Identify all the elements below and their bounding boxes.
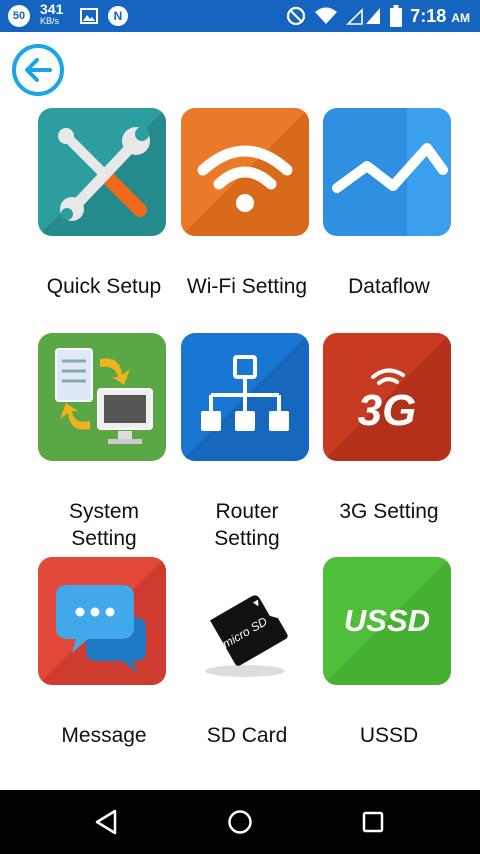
message-label: Message bbox=[61, 724, 147, 747]
ussd-icon: USSD bbox=[323, 557, 451, 685]
system-setting-label-line1: System bbox=[68, 500, 139, 523]
clock-ampm: AM bbox=[451, 10, 470, 25]
sd-card-label: SD Card bbox=[206, 724, 288, 747]
dataflow-label: Dataflow bbox=[348, 275, 430, 298]
3g-icon-text: 3G bbox=[358, 386, 417, 435]
system-setting-tile[interactable] bbox=[38, 333, 166, 461]
quick-setup-tile[interactable] bbox=[38, 108, 166, 236]
nav-home-button[interactable] bbox=[222, 804, 258, 840]
tools-icon bbox=[38, 108, 166, 236]
router-setting-tile[interactable] bbox=[181, 333, 309, 461]
ussd-icon-text: USSD bbox=[344, 603, 430, 638]
line-chart-icon bbox=[332, 108, 451, 236]
status-bar: 50 341 KB/s N 7:18 AM bbox=[0, 0, 480, 32]
status-icons: 7:18 AM bbox=[286, 0, 470, 32]
wifi-setting-label: Wi-Fi Setting bbox=[186, 275, 308, 298]
system-setting-icon bbox=[55, 348, 153, 444]
ussd-label: USSD bbox=[359, 724, 419, 747]
system-setting-label-line2: Setting bbox=[71, 527, 137, 550]
3g-icon: 3G bbox=[323, 333, 451, 461]
chat-icon bbox=[38, 557, 166, 685]
wifi-icon bbox=[315, 7, 338, 24]
wifi-icon bbox=[181, 108, 309, 236]
sd-card-tile[interactable]: micro SD bbox=[181, 557, 309, 685]
quick-setup-label: Quick Setup bbox=[46, 275, 162, 298]
nav-recents-button[interactable] bbox=[355, 804, 391, 840]
sd-card-icon: micro SD bbox=[205, 595, 288, 677]
network-speed-unit: KB/s bbox=[40, 16, 60, 26]
n-notification-icon: N bbox=[108, 6, 128, 26]
dataflow-tile[interactable] bbox=[323, 108, 451, 236]
ussd-tile[interactable]: USSD bbox=[323, 557, 451, 685]
wifi-setting-tile[interactable] bbox=[181, 108, 309, 236]
router-setting-label-line2: Setting bbox=[214, 527, 280, 550]
clock: 7:18 AM bbox=[410, 6, 470, 27]
message-tile[interactable] bbox=[38, 557, 166, 685]
system-setting-label: System Setting bbox=[24, 498, 184, 552]
image-notification-icon bbox=[80, 8, 98, 24]
3g-setting-tile[interactable]: 3G bbox=[323, 333, 451, 461]
network-speed-value: 341 bbox=[40, 1, 64, 17]
network-speed: 341 KB/s bbox=[40, 1, 74, 27]
router-setting-label-line1: Router bbox=[215, 500, 279, 523]
router-setting-label: Router Setting bbox=[167, 498, 327, 552]
network-icon bbox=[181, 333, 309, 461]
back-arrow-icon bbox=[25, 58, 52, 82]
home-nav-icon bbox=[228, 810, 252, 834]
clock-time: 7:18 bbox=[410, 5, 447, 26]
signal-icon bbox=[346, 8, 381, 25]
battery-icon bbox=[390, 5, 403, 27]
blocked-icon bbox=[287, 6, 306, 26]
data-usage-badge: 50 bbox=[8, 5, 30, 27]
back-button[interactable] bbox=[12, 44, 64, 96]
nav-back-button[interactable] bbox=[88, 804, 124, 840]
3g-setting-label: 3G Setting bbox=[339, 500, 439, 523]
recents-nav-icon bbox=[362, 811, 384, 833]
navigation-bar bbox=[0, 790, 480, 854]
back-nav-icon bbox=[95, 809, 117, 835]
